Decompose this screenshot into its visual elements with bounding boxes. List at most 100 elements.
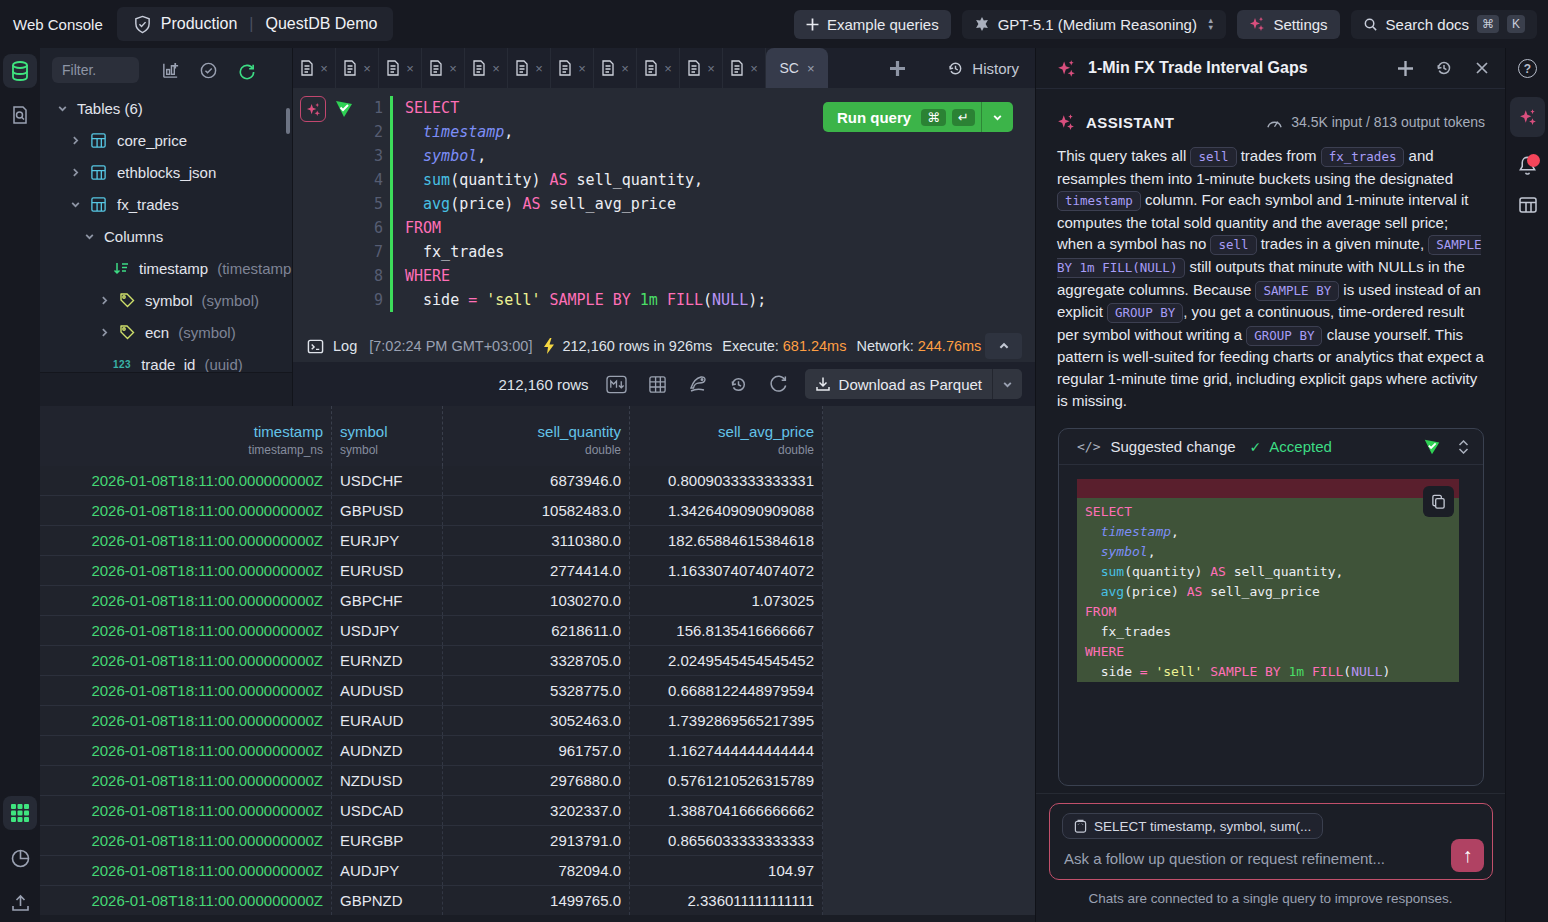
run-options-chevron[interactable]: [981, 102, 1013, 132]
doc-search-nav[interactable]: [3, 98, 37, 132]
table-row[interactable]: 2026-01-08T18:11:00.000000000ZUSDJPY6218…: [40, 616, 823, 646]
search-docs[interactable]: Search docs ⌘ K: [1351, 10, 1537, 39]
grid-nav-active[interactable]: [3, 796, 37, 830]
terminal-icon: [307, 338, 324, 355]
help-icon[interactable]: ?: [1518, 59, 1537, 78]
column-header-sell-avg-price[interactable]: sell_avg_price double: [630, 406, 823, 466]
table-row[interactable]: 2026-01-08T18:11:00.000000000ZNZDUSD2976…: [40, 766, 823, 796]
close-tab-icon[interactable]: ×: [363, 61, 371, 76]
send-button[interactable]: ↑: [1451, 839, 1484, 872]
close-tab-icon[interactable]: ×: [578, 61, 586, 76]
query-tab[interactable]: ×: [723, 48, 766, 88]
notifications-tab[interactable]: [1510, 148, 1545, 182]
close-icon[interactable]: [1475, 61, 1489, 75]
query-tab[interactable]: ×: [508, 48, 551, 88]
query-tab[interactable]: ×: [551, 48, 594, 88]
query-tab[interactable]: ×: [422, 48, 465, 88]
column-header-sell-quantity[interactable]: sell_quantity double: [443, 406, 630, 466]
table-row[interactable]: 2026-01-08T18:11:00.000000000ZUSDCHF6873…: [40, 466, 823, 496]
tree-columns-group[interactable]: Columns: [40, 220, 292, 252]
run-query-button[interactable]: Run query ⌘ ↵: [823, 102, 1013, 132]
tree-tables-root[interactable]: Tables (6): [40, 92, 292, 124]
close-tab-icon[interactable]: ×: [621, 61, 629, 76]
expand-collapse-icons[interactable]: [1458, 440, 1469, 454]
ai-panel-tab-active[interactable]: [1510, 97, 1545, 137]
tree-table-fx-trades[interactable]: fx_trades: [40, 188, 292, 220]
markdown-export-icon[interactable]: [606, 375, 627, 394]
copy-button[interactable]: [1423, 486, 1454, 517]
tree-table-ethblocks[interactable]: ethblocks_json: [40, 156, 292, 188]
chat-history-icon[interactable]: [1435, 59, 1453, 77]
table-row[interactable]: 2026-01-08T18:11:00.000000000ZEURGBP2913…: [40, 826, 823, 856]
model-selector[interactable]: GPT-5.1 (Medium Reasoning) ▲▼: [962, 10, 1227, 39]
table-row[interactable]: 2026-01-08T18:11:00.000000000ZAUDUSD5328…: [40, 676, 823, 706]
close-tab-icon[interactable]: ×: [750, 61, 758, 76]
close-tab-icon[interactable]: ×: [664, 61, 672, 76]
sidebar-scrollbar[interactable]: [286, 108, 290, 134]
close-tab-icon[interactable]: ×: [535, 61, 543, 76]
refresh-results-icon[interactable]: [769, 375, 788, 394]
close-tab-icon[interactable]: ×: [807, 61, 815, 76]
table-row[interactable]: 2026-01-08T18:11:00.000000000ZGBPNZD1499…: [40, 886, 823, 916]
chart-view-icon[interactable]: [688, 374, 708, 394]
history-button[interactable]: History: [947, 60, 1019, 77]
schema-panel-tab[interactable]: [1510, 188, 1545, 222]
grid-horizontal-scrollbar[interactable]: [40, 915, 1035, 922]
table-row[interactable]: 2026-01-08T18:11:00.000000000ZUSDCAD3202…: [40, 796, 823, 826]
query-context-chip[interactable]: SELECT timestamp, symbol, sum(...: [1062, 813, 1323, 839]
query-tab[interactable]: ×: [594, 48, 637, 88]
download-options-chevron[interactable]: [992, 369, 1022, 399]
download-parquet-button[interactable]: Download as Parquet: [805, 369, 1022, 399]
tree-column-timestamp[interactable]: timestamp (timestamp.: [40, 252, 292, 284]
table-row[interactable]: 2026-01-08T18:11:00.000000000ZEURNZD3328…: [40, 646, 823, 676]
check-circle-icon[interactable]: [199, 61, 218, 80]
close-tab-icon[interactable]: ×: [406, 61, 414, 76]
table-row[interactable]: 2026-01-08T18:11:00.000000000ZAUDNZD9617…: [40, 736, 823, 766]
tree-table-core-price[interactable]: core_price: [40, 124, 292, 156]
column-header-timestamp[interactable]: timestamp timestamp_ns: [40, 406, 332, 466]
table-row[interactable]: 2026-01-08T18:11:00.000000000ZAUDJPY7820…: [40, 856, 823, 886]
example-queries-button[interactable]: Example queries: [794, 10, 951, 39]
chart-nav[interactable]: [3, 841, 37, 875]
input-placeholder: Ask a follow up question or request refi…: [1064, 850, 1385, 867]
query-tab[interactable]: ×: [336, 48, 379, 88]
search-icon: [1363, 17, 1378, 32]
questdb-logo[interactable]: [3, 54, 37, 88]
document-icon: [300, 60, 314, 76]
chat-title: 1-Min FX Trade Interval Gaps: [1088, 59, 1308, 77]
query-tab[interactable]: ×: [465, 48, 508, 88]
new-chat-icon[interactable]: [1398, 61, 1413, 76]
table-row[interactable]: 2026-01-08T18:11:00.000000000ZGBPUSD1058…: [40, 496, 823, 526]
close-tab-icon[interactable]: ×: [449, 61, 457, 76]
active-tab[interactable]: SC ×: [766, 48, 828, 88]
settings-button[interactable]: Settings: [1237, 10, 1339, 39]
close-tab-icon[interactable]: ×: [707, 61, 715, 76]
sql-editor[interactable]: 123456789 SELECT timestamp, symbol, sum(…: [293, 88, 1035, 330]
tree-column-ecn[interactable]: ecn (symbol): [40, 316, 292, 348]
grid-view-icon[interactable]: [648, 375, 667, 394]
table-row[interactable]: 2026-01-08T18:11:00.000000000ZGBPCHF1030…: [40, 586, 823, 616]
table-row[interactable]: 2026-01-08T18:11:00.000000000ZEURUSD2774…: [40, 556, 823, 586]
sparkles-icon: [1519, 108, 1537, 126]
new-tab-icon[interactable]: [890, 61, 905, 76]
tree-column-symbol[interactable]: symbol (symbol): [40, 284, 292, 316]
refresh-icon[interactable]: [237, 61, 256, 80]
import-nav[interactable]: [3, 886, 37, 920]
table-row[interactable]: 2026-01-08T18:11:00.000000000ZEURAUD3052…: [40, 706, 823, 736]
query-tab[interactable]: ×: [379, 48, 422, 88]
query-history-icon[interactable]: [729, 375, 748, 394]
close-tab-icon[interactable]: ×: [492, 61, 500, 76]
table-row[interactable]: 2026-01-08T18:11:00.000000000ZEURJPY3110…: [40, 526, 823, 556]
add-matview-icon[interactable]: [161, 61, 180, 80]
collapse-log-button[interactable]: [985, 333, 1022, 359]
sql-code[interactable]: SELECT timestamp, symbol, sum(quantity) …: [405, 96, 766, 312]
query-tab[interactable]: ×: [637, 48, 680, 88]
query-tab[interactable]: ×: [680, 48, 723, 88]
filter-input[interactable]: Filter.: [52, 57, 139, 83]
close-tab-icon[interactable]: ×: [320, 61, 328, 76]
followup-input[interactable]: SELECT timestamp, symbol, sum(... Ask a …: [1049, 803, 1493, 880]
query-tab[interactable]: ×: [293, 48, 336, 88]
tag-icon: [119, 292, 135, 308]
instance-badge[interactable]: Production | QuestDB Demo: [117, 7, 394, 41]
column-header-symbol[interactable]: symbol symbol: [332, 406, 443, 466]
